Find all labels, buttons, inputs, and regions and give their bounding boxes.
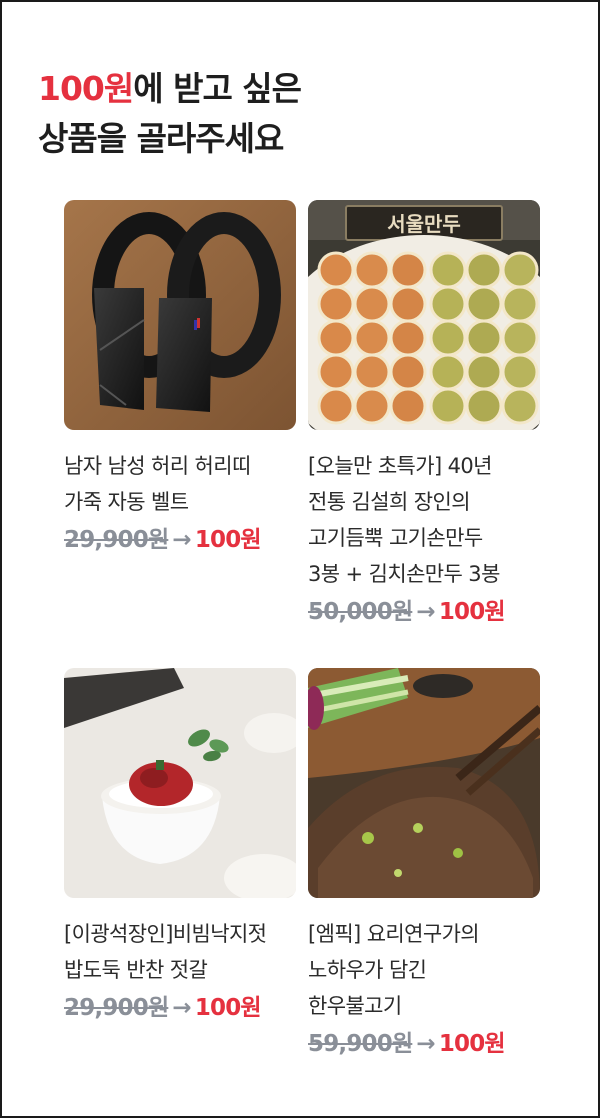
sale-price: 100원 <box>438 599 506 625</box>
dumpling-shape <box>353 387 391 425</box>
product-title-line: 전통 김설희 장인의 <box>308 490 471 514</box>
product-title[interactable]: [오늘만 초특가] 40년 전통 김설희 장인의 고기듬뿍 고기손만두 3봉 +… <box>308 448 540 592</box>
product-title-line: [엠픽] 요리연구가의 <box>308 922 480 946</box>
dumpling-shape <box>465 387 503 425</box>
bulgogi-photo-icon <box>308 668 540 898</box>
dumpling-shape <box>317 387 355 425</box>
dumpling-shape <box>389 353 427 391</box>
product-title-line: [이광석장인]비빔낙지젓 <box>64 922 267 946</box>
product-title-line: 가죽 자동 벨트 <box>64 490 189 514</box>
product-image-belt[interactable] <box>64 200 296 430</box>
price-row: 29,900원 → 100원 <box>64 990 296 1026</box>
dumpling-shape <box>501 353 539 391</box>
dumpling-shape <box>429 285 467 323</box>
dumpling-sign-text: 서울만두 <box>387 212 461 236</box>
page-frame: 100원에 받고 싶은 상품을 골라주세요 남자 남성 허리 허리띠 가죽 자동… <box>0 0 600 1118</box>
dumpling-shape <box>429 319 467 357</box>
dumplings-photo-icon: 서울만두 <box>308 200 540 430</box>
dumpling-shape <box>429 353 467 391</box>
product-card-jeotgal[interactable]: [이광석장인]비빔낙지젓 밥도둑 반찬 젓갈 29,900원 → 100원 <box>64 668 296 1026</box>
product-title[interactable]: [이광석장인]비빔낙지젓 밥도둑 반찬 젓갈 <box>64 916 296 988</box>
dumpling-shape <box>353 353 391 391</box>
dumpling-shape <box>501 285 539 323</box>
sale-price: 100원 <box>438 1031 506 1057</box>
product-title[interactable]: 남자 남성 허리 허리띠 가죽 자동 벨트 <box>64 448 296 520</box>
dumpling-shape <box>317 319 355 357</box>
dumpling-shape <box>389 319 427 357</box>
product-title-line: 3봉 + 김치손만두 3봉 <box>308 562 500 586</box>
dumpling-shape <box>501 387 539 425</box>
dumpling-shape <box>465 251 503 289</box>
price-row: 50,000원 → 100원 <box>308 594 540 630</box>
product-title-line: [오늘만 초특가] 40년 <box>308 454 493 478</box>
title-line2: 상품을 골라주세요 <box>38 119 284 158</box>
product-image-dumplings[interactable]: 서울만두 <box>308 200 540 430</box>
arrow-icon: → <box>416 1031 435 1057</box>
dumpling-shape <box>389 251 427 289</box>
belt-photo-icon <box>64 200 296 430</box>
dumpling-shape <box>389 285 427 323</box>
original-price: 59,900원 <box>308 1031 413 1057</box>
dumpling-shape <box>465 353 503 391</box>
product-card-dumplings[interactable]: 서울만두 [오늘만 초특가] 40년 전통 김설희 장인의 고기듬뿍 고기손만두… <box>308 200 540 630</box>
original-price: 50,000원 <box>308 599 413 625</box>
original-price: 29,900원 <box>64 527 169 553</box>
dumpling-shape <box>353 319 391 357</box>
product-image-jeotgal[interactable] <box>64 668 296 898</box>
product-title[interactable]: [엠픽] 요리연구가의 노하우가 담긴 한우불고기 <box>308 916 540 1024</box>
price-row: 29,900원 → 100원 <box>64 522 296 558</box>
dumpling-shape <box>317 353 355 391</box>
dumpling-shape <box>317 285 355 323</box>
product-title-line: 고기듬뿍 고기손만두 <box>308 526 483 550</box>
product-title-line: 노하우가 담긴 <box>308 958 427 982</box>
product-card-belt[interactable]: 남자 남성 허리 허리띠 가죽 자동 벨트 29,900원 → 100원 <box>64 200 296 558</box>
title-line1: 에 받고 싶은 <box>133 69 302 108</box>
product-card-bulgogi[interactable]: [엠픽] 요리연구가의 노하우가 담긴 한우불고기 59,900원 → 100원 <box>308 668 540 1062</box>
dumpling-shape <box>317 251 355 289</box>
sale-price: 100원 <box>194 527 262 553</box>
dumpling-shape <box>429 251 467 289</box>
price-row: 59,900원 → 100원 <box>308 1026 540 1062</box>
sale-price: 100원 <box>194 995 262 1021</box>
page-title: 100원에 받고 싶은 상품을 골라주세요 <box>38 64 302 164</box>
dumpling-shape <box>501 319 539 357</box>
original-price: 29,900원 <box>64 995 169 1021</box>
dumpling-shape <box>465 319 503 357</box>
product-image-bulgogi[interactable] <box>308 668 540 898</box>
product-title-line: 밥도둑 반찬 젓갈 <box>64 958 208 982</box>
dumpling-shape <box>389 387 427 425</box>
dumpling-shape <box>353 285 391 323</box>
arrow-icon: → <box>172 995 191 1021</box>
product-title-line: 남자 남성 허리 허리띠 <box>64 454 251 478</box>
dumpling-shape <box>429 387 467 425</box>
title-accent: 100원 <box>38 69 134 108</box>
arrow-icon: → <box>172 527 191 553</box>
rice-bowl-photo-icon <box>64 668 296 898</box>
dumpling-shape <box>465 285 503 323</box>
dumpling-shape <box>501 251 539 289</box>
product-title-line: 한우불고기 <box>308 994 402 1018</box>
dumpling-shape <box>353 251 391 289</box>
arrow-icon: → <box>416 599 435 625</box>
